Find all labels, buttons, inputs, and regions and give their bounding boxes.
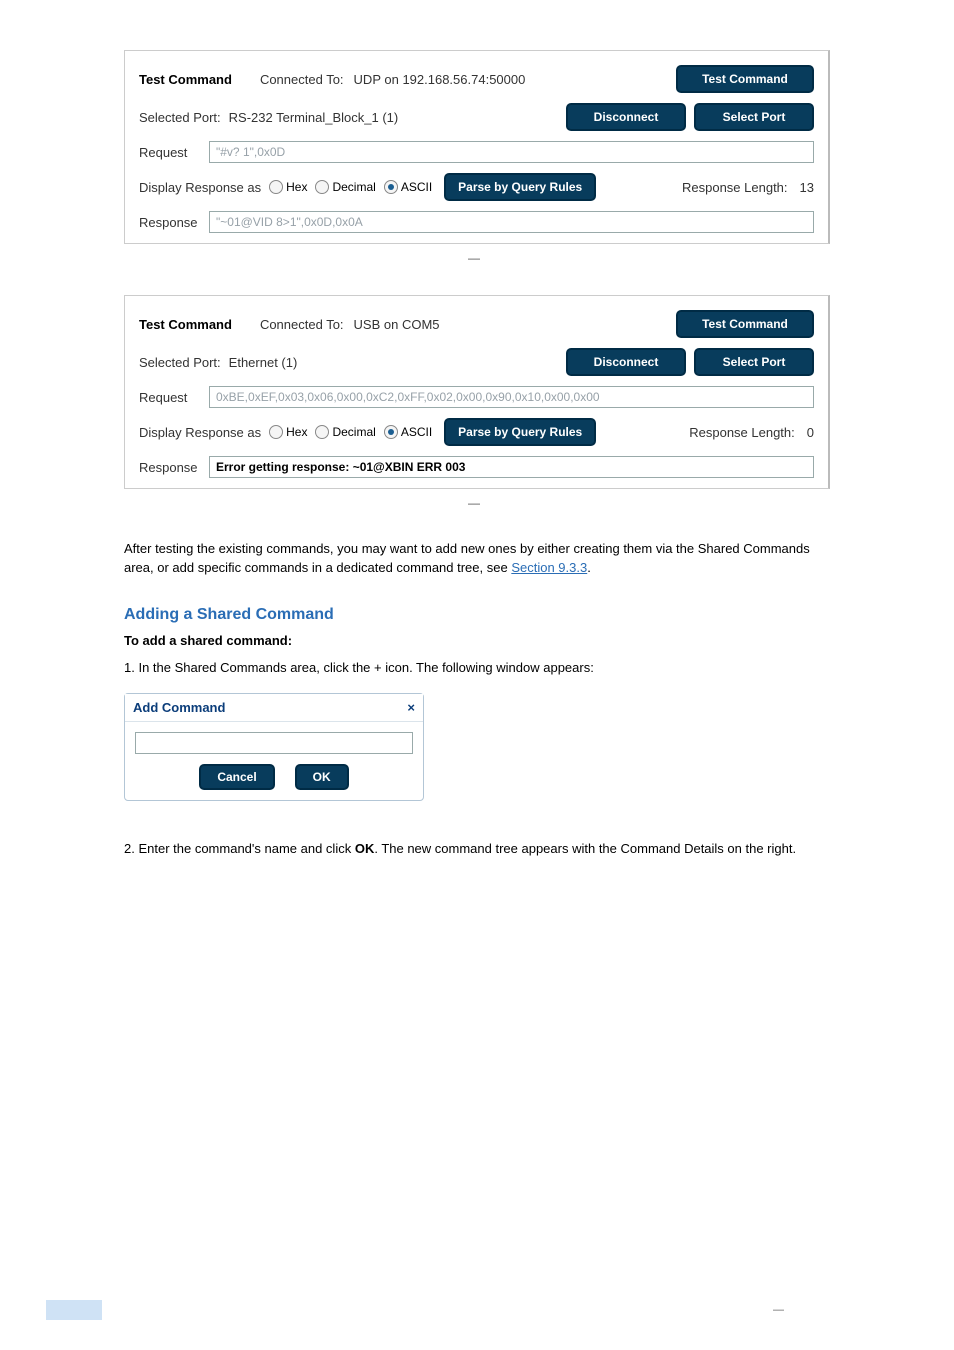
- step-2-c: . The new command tree appears with the …: [374, 841, 796, 856]
- intro-text: After testing the existing commands, you…: [124, 541, 810, 575]
- radio-ascii[interactable]: ASCII: [384, 180, 432, 194]
- connected-to-label: Connected To:: [260, 317, 344, 332]
- figure-caption-2: —: [124, 495, 830, 510]
- response-length-label: Response Length:: [682, 180, 788, 195]
- response-label: Response: [139, 460, 209, 475]
- request-label: Request: [139, 390, 209, 405]
- response-label: Response: [139, 215, 209, 230]
- to-add-label: To add a shared command:: [124, 632, 830, 651]
- figure-caption-3: x: [124, 811, 830, 826]
- page-footer-text: —: [773, 1304, 784, 1316]
- connected-to-value: UDP on 192.168.56.74:50000: [354, 72, 526, 87]
- radio-hex[interactable]: Hex: [269, 180, 307, 194]
- figure-caption-1: —Figure 128: Device Driver Editor – Test…: [124, 250, 830, 265]
- connected-to-label: Connected To:: [260, 72, 344, 87]
- ok-button[interactable]: OK: [295, 764, 349, 790]
- radio-hex-label: Hex: [286, 180, 307, 194]
- response-length-label: Response Length:: [689, 425, 795, 440]
- close-icon[interactable]: ×: [407, 700, 415, 715]
- connected-to-value: USB on COM5: [354, 317, 440, 332]
- radio-ascii[interactable]: ASCII: [384, 425, 432, 439]
- radio-ascii-label: ASCII: [401, 425, 432, 439]
- panel-title: Test Command: [139, 72, 232, 87]
- display-response-as-label: Display Response as: [139, 425, 261, 440]
- add-command-modal: Add Command × Cancel OK: [124, 693, 424, 801]
- test-command-panel-1: Test Command Connected To: UDP on 192.16…: [124, 50, 830, 244]
- display-response-as-label: Display Response as: [139, 180, 261, 195]
- step-2-b: OK: [355, 841, 375, 856]
- response-length-value: 0: [807, 425, 814, 440]
- disconnect-button[interactable]: Disconnect: [566, 348, 686, 376]
- selected-port-label: Selected Port:: [139, 355, 221, 370]
- section-link[interactable]: Section 9.3.3: [511, 560, 587, 575]
- response-length-value: 13: [800, 180, 814, 195]
- footer-mark: [46, 1300, 102, 1320]
- step-2: 2. Enter the command's name and click OK…: [124, 840, 830, 859]
- response-output: "~01@VID 8>1",0x0D,0x0A: [209, 211, 814, 233]
- request-label: Request: [139, 145, 209, 160]
- select-port-button[interactable]: Select Port: [694, 348, 814, 376]
- radio-decimal[interactable]: Decimal: [315, 180, 375, 194]
- selected-port-value: RS-232 Terminal_Block_1 (1): [229, 110, 399, 125]
- radio-icon: [269, 180, 283, 194]
- step-1: 1. In the Shared Commands area, click th…: [124, 659, 830, 678]
- cancel-button[interactable]: Cancel: [199, 764, 274, 790]
- modal-title: Add Command: [133, 700, 225, 715]
- radio-icon: [269, 425, 283, 439]
- intro-end: .: [587, 560, 591, 575]
- radio-ascii-label: ASCII: [401, 180, 432, 194]
- select-port-button[interactable]: Select Port: [694, 103, 814, 131]
- test-command-button[interactable]: Test Command: [676, 65, 814, 93]
- radio-hex-label: Hex: [286, 425, 307, 439]
- disconnect-button[interactable]: Disconnect: [566, 103, 686, 131]
- step-2-a: 2. Enter the command's name and click: [124, 841, 355, 856]
- radio-decimal-label: Decimal: [332, 425, 375, 439]
- radio-hex[interactable]: Hex: [269, 425, 307, 439]
- section-heading: Adding a Shared Command: [124, 606, 830, 624]
- radio-icon: [384, 425, 398, 439]
- radio-decimal-label: Decimal: [332, 180, 375, 194]
- response-output: Error getting response: ~01@XBIN ERR 003: [209, 456, 814, 478]
- parse-by-query-rules-button[interactable]: Parse by Query Rules: [444, 418, 596, 446]
- test-command-panel-2: Test Command Connected To: USB on COM5 T…: [124, 295, 830, 489]
- radio-icon: [384, 180, 398, 194]
- command-name-input[interactable]: [135, 732, 413, 754]
- radio-icon: [315, 180, 329, 194]
- selected-port-label: Selected Port:: [139, 110, 221, 125]
- parse-by-query-rules-button[interactable]: Parse by Query Rules: [444, 173, 596, 201]
- panel-title: Test Command: [139, 317, 232, 332]
- radio-icon: [315, 425, 329, 439]
- selected-port-value: Ethernet (1): [229, 355, 298, 370]
- intro-paragraph: After testing the existing commands, you…: [124, 540, 830, 578]
- test-command-button[interactable]: Test Command: [676, 310, 814, 338]
- radio-decimal[interactable]: Decimal: [315, 425, 375, 439]
- request-input[interactable]: "#v? 1",0x0D: [209, 141, 814, 163]
- request-input[interactable]: 0xBE,0xEF,0x03,0x06,0x00,0xC2,0xFF,0x02,…: [209, 386, 814, 408]
